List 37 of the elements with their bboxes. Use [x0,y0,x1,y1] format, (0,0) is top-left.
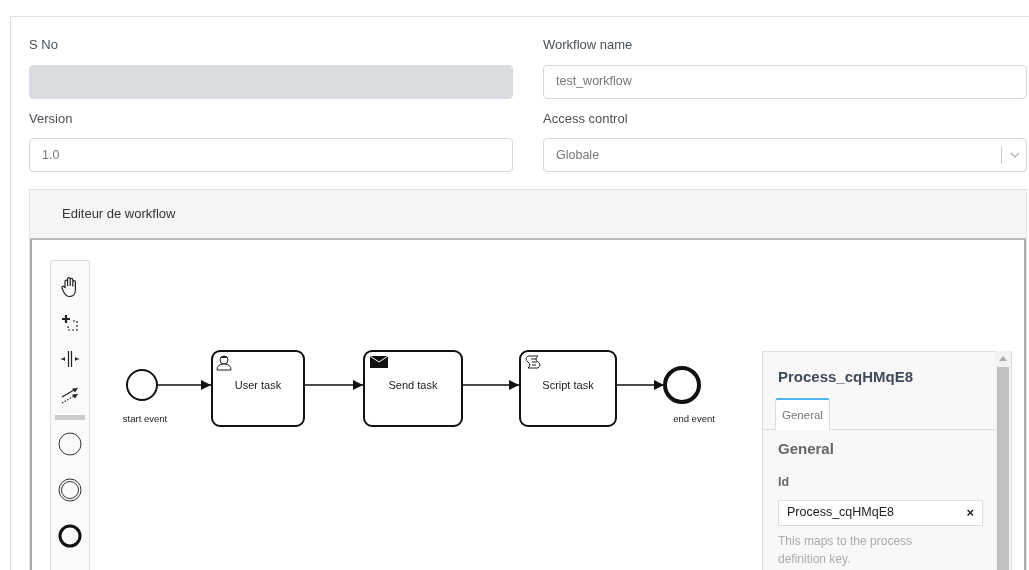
field-label: S No [29,36,58,54]
field-description: This maps to the process definition key. [778,532,914,569]
select-field[interactable]: Globale [543,138,1027,172]
double-circle-icon [58,477,82,502]
field-label: Version [29,109,73,128]
field-label: Workflow name [543,36,633,54]
start-event [126,368,158,401]
event-label: start event [122,412,168,424]
caret-icon [1010,152,1020,158]
field-label: Id [778,473,791,491]
sequence-flow-arrow [616,379,665,390]
panel-tab[interactable]: General [775,398,830,431]
space-tool-icon [60,348,80,369]
panel-title: Process_cqHMqE8 [778,366,915,387]
sequence-flow-arrow [462,379,520,390]
field-label: Access control [543,109,628,128]
card-header: Editeur de workflow [30,190,1026,240]
sequence-flow-arrow [304,379,364,390]
event-label: end event [673,412,715,424]
section-heading: General [778,439,835,460]
task-node: User task [211,349,305,427]
scroll-icon [525,355,541,368]
input-field[interactable]: 1.0 [29,138,513,172]
clear-button[interactable]: × [966,502,974,523]
user-icon [216,355,232,370]
palette-separator [55,414,85,420]
input-field[interactable]: test_workflow [543,64,1027,99]
scroll-up-icon [999,355,1007,361]
sequence-flow-arrow [157,379,212,390]
scrollbar[interactable] [995,350,1011,570]
lasso-icon [60,312,80,333]
end-event [663,365,701,404]
task-node: Script task [519,349,617,427]
task-node: Send task [363,349,463,427]
thick-circle-icon [58,523,82,548]
id-field[interactable]: Process_cqHMqE8 × [778,499,983,526]
circle-icon [58,431,82,456]
